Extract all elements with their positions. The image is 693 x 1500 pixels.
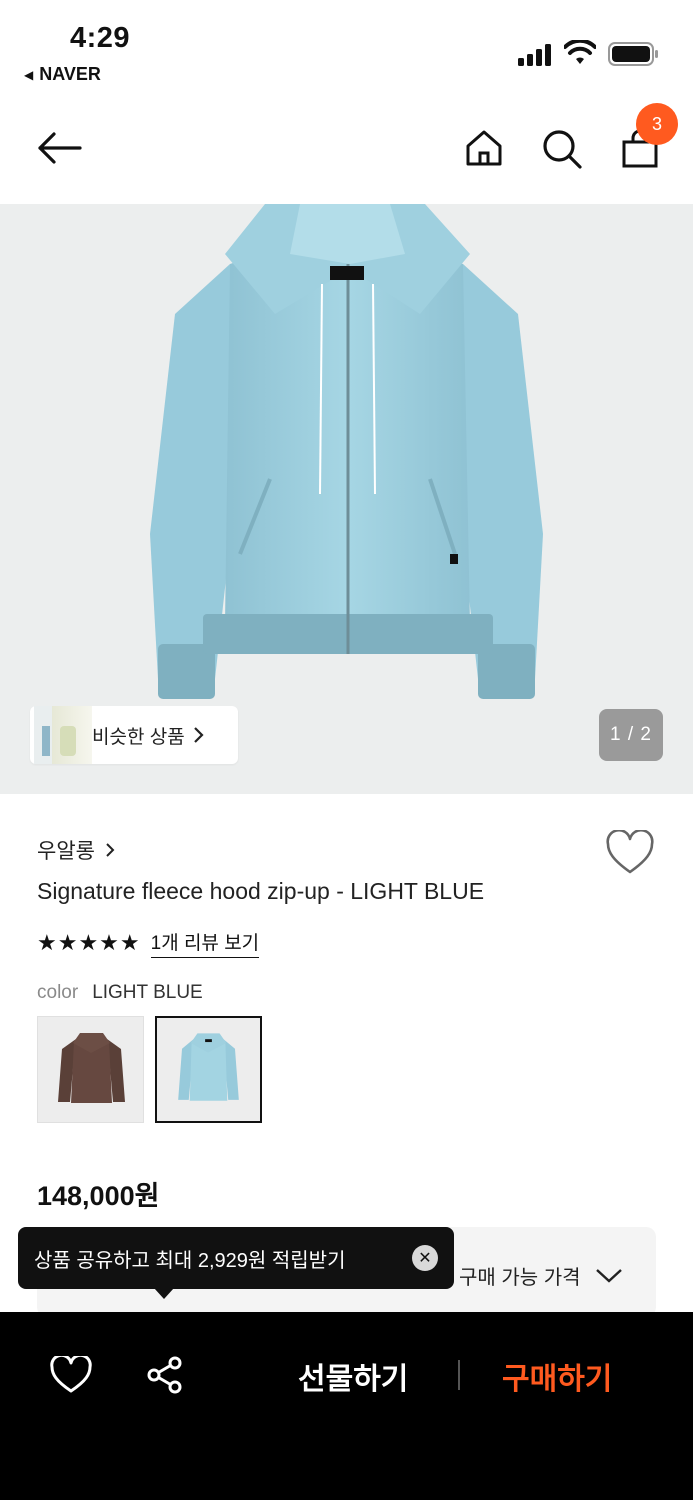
available-price-toggle[interactable]: 구매 가능 가격: [459, 1261, 623, 1290]
brand-name: 우알롱: [37, 840, 95, 863]
color-value: LIGHT BLUE: [92, 982, 203, 1003]
cart-count-badge: 3: [636, 103, 678, 145]
brand-link[interactable]: 우알롱: [37, 835, 115, 865]
chevron-down-icon: [595, 1268, 622, 1283]
gift-button[interactable]: 선물하기: [298, 1354, 408, 1398]
star-rating: ★★★★★: [37, 930, 141, 955]
similar-thumbnails: [30, 706, 92, 764]
share-reward-tooltip: 상품 공유하고 최대 2,929원 적립받기 ✕: [18, 1227, 454, 1289]
top-nav: [0, 110, 693, 190]
available-price-label: 구매 가능 가격: [459, 1267, 581, 1289]
brown-hoodie-thumb: [58, 1033, 125, 1103]
color-row: color LIGHT BLUE: [37, 982, 203, 1004]
cellular-signal-icon: [518, 44, 551, 66]
chevron-right-icon: [193, 727, 204, 743]
share-icon[interactable]: [146, 1356, 184, 1394]
rating-row: ★★★★★ 1개 리뷰 보기: [37, 928, 260, 958]
status-bar: 4:29 ◀ NAVER: [0, 0, 693, 96]
similar-products-button[interactable]: 비슷한 상품: [30, 706, 238, 764]
heart-icon[interactable]: [50, 1356, 92, 1394]
buy-button[interactable]: 구매하기: [502, 1354, 612, 1398]
back-arrow-icon[interactable]: [36, 130, 82, 166]
back-to-app[interactable]: ◀ NAVER: [24, 64, 101, 85]
wifi-icon: [564, 40, 596, 64]
similar-products-label: 비슷한 상품: [92, 726, 185, 748]
review-link[interactable]: 1개 리뷰 보기: [150, 928, 260, 958]
clock: 4:29: [70, 22, 131, 54]
wishlist-heart-icon[interactable]: [605, 830, 655, 876]
color-swatch-light-blue[interactable]: [155, 1016, 262, 1123]
close-icon[interactable]: ✕: [412, 1245, 438, 1271]
product-price: 148,000원: [37, 1181, 160, 1211]
image-pager: 1 / 2: [599, 709, 663, 761]
color-key: color: [37, 982, 79, 1003]
color-swatch-brown[interactable]: [37, 1016, 144, 1123]
back-app-label: NAVER: [39, 64, 101, 84]
tooltip-text: 상품 공유하고 최대 2,929원 적립받기: [34, 1249, 346, 1272]
chevron-right-icon: [106, 843, 115, 857]
tooltip-pointer: [154, 1288, 174, 1299]
back-triangle-icon: ◀: [24, 67, 34, 82]
battery-icon: [608, 42, 658, 66]
bottom-action-bar: [0, 1312, 693, 1500]
search-icon[interactable]: [541, 128, 583, 170]
light-blue-hoodie-thumb: [178, 1033, 239, 1101]
home-icon[interactable]: [464, 128, 504, 168]
product-title: Signature fleece hood zip-up - LIGHT BLU…: [37, 878, 485, 904]
bar-divider: [458, 1360, 460, 1390]
